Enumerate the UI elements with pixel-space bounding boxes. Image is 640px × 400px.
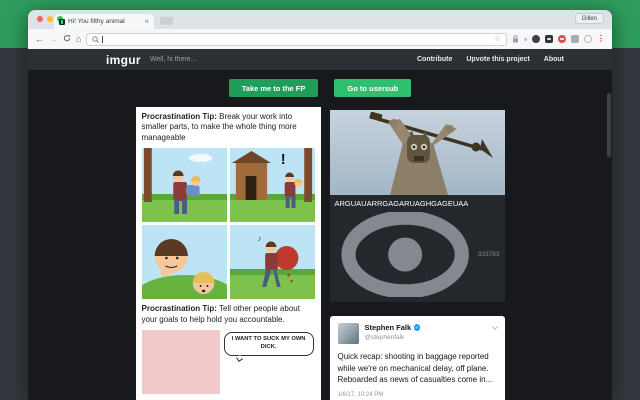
navbar-tagline: Well, hi there... — [150, 56, 197, 63]
imgur-navbar: imgur Well, hi there... Contribute Upvot… — [28, 49, 612, 70]
extension-dark-circle-icon[interactable] — [532, 35, 540, 43]
comic-tip-1: Procrastination Tip: Break your work int… — [142, 112, 315, 143]
nav-link-about[interactable]: About — [544, 56, 564, 63]
go-to-usersub-button[interactable]: Go to usersub — [334, 79, 411, 97]
comic-panel-1 — [142, 148, 227, 222]
extension-dark-square-icon[interactable] — [545, 35, 553, 43]
imgur-page: imgur Well, hi there... Contribute Upvot… — [28, 49, 612, 400]
view-count: 333783 — [330, 209, 505, 302]
extension-gray-square-icon[interactable] — [571, 35, 579, 43]
tab-title: Hi! You filthy animal — [68, 18, 141, 25]
comic-panel-4: ♪ — [230, 225, 315, 299]
tweet-post-card[interactable]: Stephen Falk ✓ @stephenfalk Quick recap:… — [330, 316, 505, 400]
extension-gray-circle-icon[interactable] — [584, 35, 592, 43]
extension-dot-icon[interactable] — [524, 38, 527, 41]
comic-panel-3 — [142, 225, 227, 299]
search-icon — [92, 36, 99, 43]
svg-text:♪: ♪ — [257, 234, 261, 243]
comic-panel-6: I WANT TO SUCK MY OWN DICK. — [223, 330, 315, 394]
close-window-button[interactable] — [37, 16, 43, 22]
nav-link-upvote[interactable]: Upvote this project — [466, 56, 529, 63]
chevron-down-icon — [492, 324, 498, 330]
tusken-image — [330, 110, 505, 195]
view-count-value: 333783 — [478, 251, 500, 258]
take-me-to-fp-button[interactable]: Take me to the FP — [229, 79, 319, 97]
verified-badge-icon: ✓ — [414, 324, 421, 331]
text-cursor — [102, 36, 103, 43]
browser-toolbar: ← → ⌂ ☆ ⋮ — [28, 29, 612, 49]
reload-icon[interactable] — [63, 34, 71, 44]
tusken-post-card[interactable]: ARGUAUARRGAGARUAGHGAGEUAA 333783 — [330, 110, 505, 302]
imgur-logo[interactable]: imgur — [106, 53, 141, 67]
tweet-body: Quick recap: shooting in baggage reporte… — [338, 351, 497, 386]
new-tab-button[interactable] — [160, 17, 173, 25]
padlock-icon[interactable] — [512, 30, 519, 48]
cta-row: Take me to the FP Go to usersub — [28, 79, 612, 97]
extension-adblock-icon[interactable] — [558, 35, 566, 43]
right-column: ARGUAUARRGAGARUAGHGAGEUAA 333783 Stephen… — [330, 110, 505, 400]
tweet-timestamp: 1/6/17, 10:24 PM — [338, 392, 497, 398]
forward-icon[interactable]: → — [49, 35, 58, 44]
page-scrollbar[interactable] — [607, 93, 611, 157]
comic-bottom-row: I WANT TO SUCK MY OWN DICK. — [142, 330, 315, 394]
minimize-window-button[interactable] — [47, 16, 53, 22]
back-icon[interactable]: ← — [35, 35, 44, 44]
browser-tab[interactable]: Hi! You filthy animal × — [54, 14, 154, 29]
tweet-author-block: Stephen Falk ✓ @stephenfalk — [365, 323, 421, 341]
home-icon[interactable]: ⌂ — [76, 35, 81, 44]
bookmark-star-icon[interactable]: ☆ — [494, 35, 501, 43]
navbar-links: Contribute Upvote this project About — [417, 56, 564, 63]
post-grid: Procrastination Tip: Break your work int… — [28, 107, 612, 400]
browser-profile-button[interactable]: Gillen — [575, 13, 604, 24]
eye-icon — [335, 212, 475, 297]
address-bar[interactable]: ☆ — [86, 33, 507, 46]
tweet-header: Stephen Falk ✓ @stephenfalk — [338, 323, 497, 344]
tweet-author-name: Stephen Falk — [365, 323, 412, 332]
comic-panel-5 — [142, 330, 220, 394]
nav-link-contribute[interactable]: Contribute — [417, 56, 452, 63]
speech-bubble: I WANT TO SUCK MY OWN DICK. — [224, 332, 314, 356]
comic-post-card[interactable]: Procrastination Tip: Break your work int… — [136, 107, 321, 400]
speech-bubble-tail — [236, 355, 243, 362]
browser-tab-bar: Hi! You filthy animal × Gillen — [28, 10, 612, 29]
close-tab-icon[interactable]: × — [144, 18, 149, 26]
imgur-favicon-icon — [59, 19, 65, 25]
tweet-author-handle: @stephenfalk — [365, 334, 421, 341]
svg-text:!: ! — [280, 152, 285, 168]
comic-panel-2: ! — [230, 148, 315, 222]
tusken-post-title[interactable]: ARGUAUARRGAGARUAGHGAGEUAA — [330, 195, 505, 209]
avatar — [338, 323, 359, 344]
browser-window: Hi! You filthy animal × Gillen ← → ⌂ ☆ ⋮ — [28, 10, 612, 400]
browser-menu-icon[interactable]: ⋮ — [597, 35, 605, 43]
comic-panels: ! — [142, 148, 315, 299]
comic-tip-2: Procrastination Tip: Tell other people a… — [142, 304, 315, 325]
